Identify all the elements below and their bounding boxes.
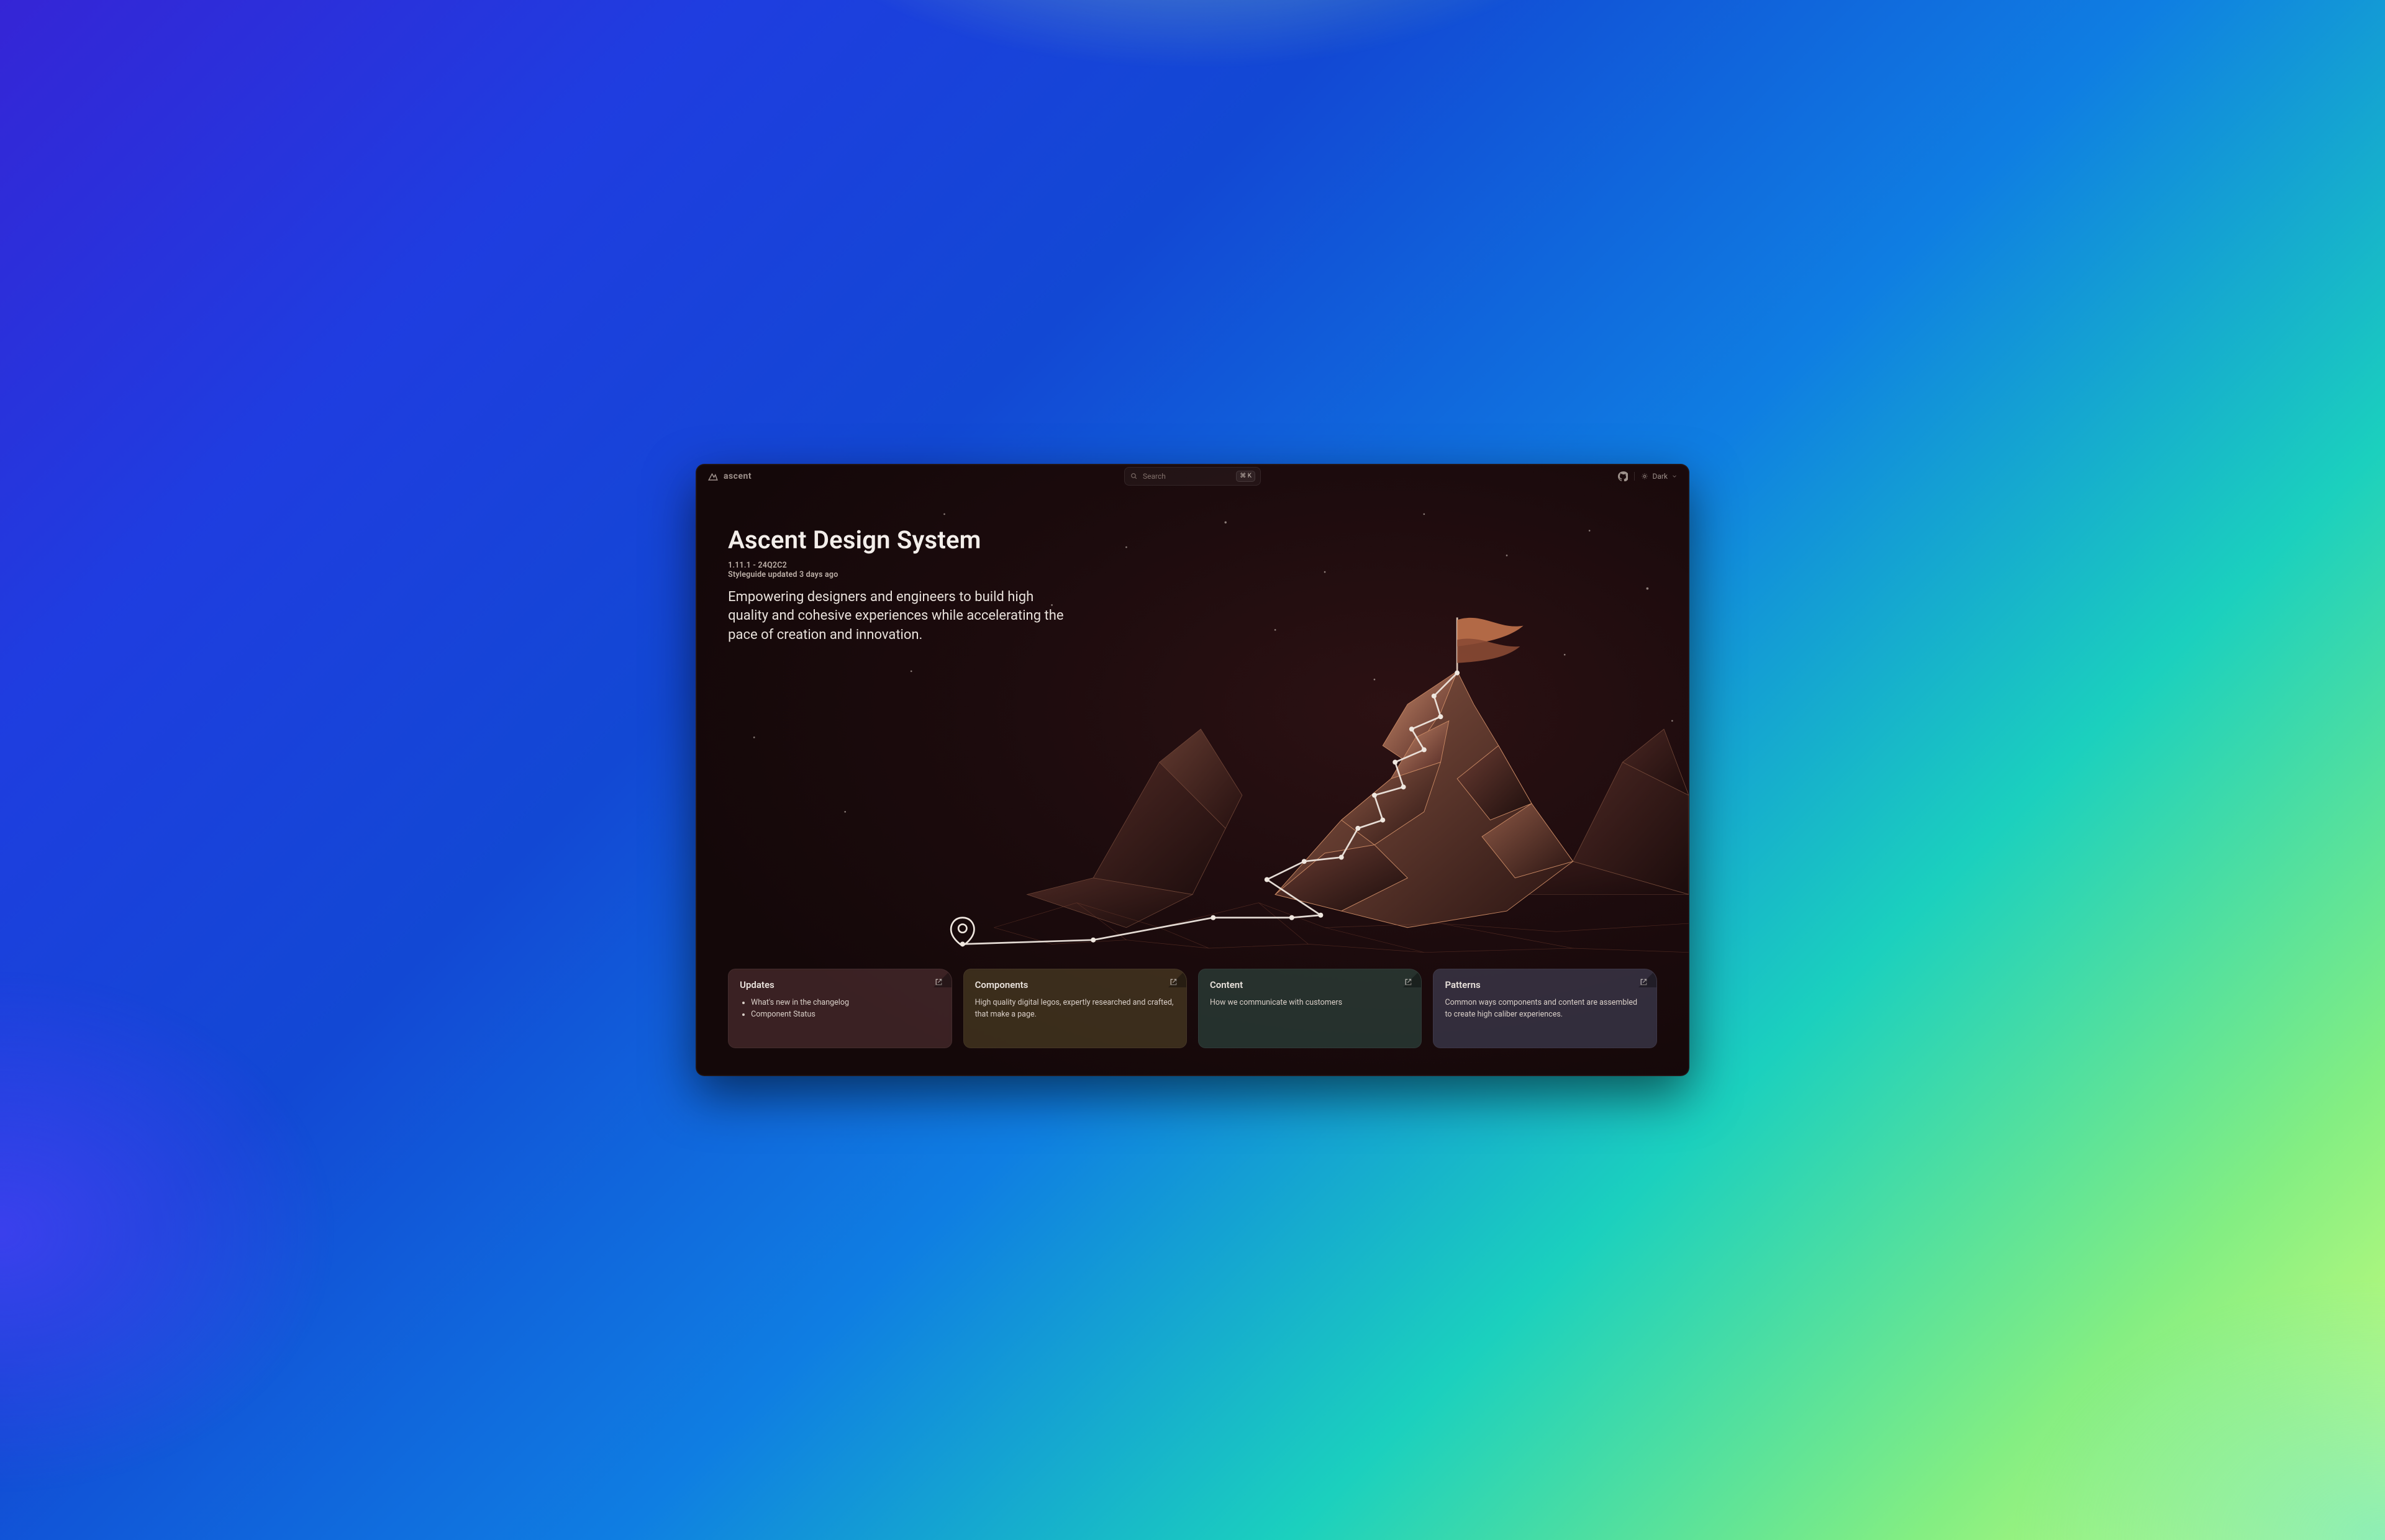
version-line: 1.11.1 - 24Q2C2 bbox=[728, 561, 787, 570]
list-item: Component Status bbox=[751, 1008, 940, 1020]
card-updates[interactable]: Updates What's new in the changelog Comp… bbox=[728, 969, 952, 1048]
card-title: Patterns bbox=[1445, 979, 1645, 990]
cards-row: Updates What's new in the changelog Comp… bbox=[728, 969, 1657, 1048]
app-window: ascent Search ⌘ K Dark bbox=[696, 464, 1689, 1077]
hero-lead: Empowering designers and engineers to bu… bbox=[728, 588, 1076, 645]
hero-meta: 1.11.1 - 24Q2C2 Styleguide updated 3 day… bbox=[728, 561, 1165, 579]
hero: Ascent Design System 1.11.1 - 24Q2C2 Sty… bbox=[728, 525, 1165, 645]
brand-logo-icon bbox=[707, 471, 719, 482]
topbar: ascent Search ⌘ K Dark bbox=[696, 464, 1689, 488]
card-title: Updates bbox=[740, 979, 940, 990]
card-content[interactable]: Content How we communicate with customer… bbox=[1198, 969, 1422, 1048]
search-placeholder: Search bbox=[1143, 472, 1231, 481]
page-title: Ascent Design System bbox=[728, 525, 1165, 555]
card-desc: High quality digital legos, expertly res… bbox=[975, 997, 1175, 1021]
external-link-icon bbox=[1404, 978, 1412, 986]
theme-label: Dark bbox=[1652, 472, 1668, 481]
card-desc: Common ways components and content are a… bbox=[1445, 997, 1645, 1021]
chevron-down-icon bbox=[1671, 473, 1678, 479]
card-title: Components bbox=[975, 979, 1175, 990]
theme-icon bbox=[1641, 473, 1648, 480]
updated-line: Styleguide updated 3 days ago bbox=[728, 570, 1165, 579]
search-input[interactable]: Search ⌘ K bbox=[1124, 467, 1261, 486]
theme-switcher[interactable]: Dark bbox=[1641, 472, 1678, 481]
card-list: What's new in the changelog Component St… bbox=[740, 997, 940, 1021]
external-link-icon bbox=[1640, 978, 1648, 986]
divider bbox=[1634, 472, 1635, 481]
external-link-icon bbox=[1170, 978, 1178, 986]
card-desc: How we communicate with customers bbox=[1210, 997, 1410, 1008]
list-item: What's new in the changelog bbox=[751, 997, 940, 1008]
card-patterns[interactable]: Patterns Common ways components and cont… bbox=[1433, 969, 1656, 1048]
card-components[interactable]: Components High quality digital legos, e… bbox=[963, 969, 1187, 1048]
external-link-icon bbox=[935, 978, 943, 986]
brand-name: ascent bbox=[724, 471, 752, 481]
search-shortcut: ⌘ K bbox=[1236, 471, 1255, 482]
brand[interactable]: ascent bbox=[707, 471, 752, 482]
card-title: Content bbox=[1210, 979, 1410, 990]
github-link[interactable] bbox=[1618, 471, 1628, 481]
topbar-right: Dark bbox=[1618, 471, 1678, 481]
search-icon bbox=[1130, 472, 1138, 480]
